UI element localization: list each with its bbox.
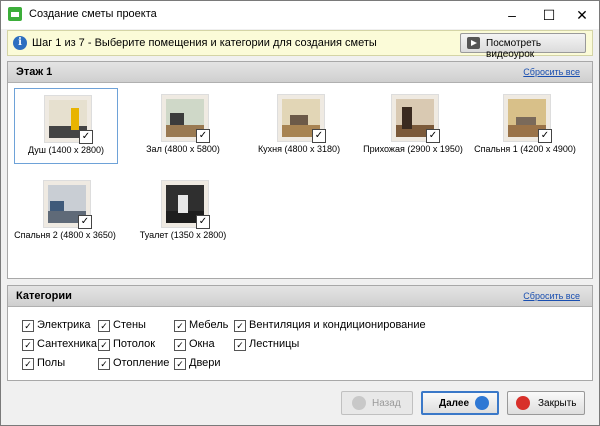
info-icon: i: [13, 36, 27, 50]
room-label: Зал (4800 x 5800): [146, 144, 220, 154]
categories-panel-header: Категории Сбросить все: [8, 286, 592, 307]
dialog-window: Создание сметы проекта – ☐ ✕ i Шаг 1 из …: [0, 0, 600, 426]
minimize-button[interactable]: –: [495, 1, 529, 29]
room-label: Душ (1400 x 2800): [27, 145, 105, 155]
room-label: Прихожая (2900 x 1950): [363, 144, 463, 154]
room-tile[interactable]: ✓ Душ (1400 x 2800): [14, 88, 118, 164]
next-button[interactable]: Далее: [421, 391, 499, 415]
category-label: Потолок: [113, 338, 156, 350]
category-label: Полы: [37, 357, 66, 369]
categories-title: Категории: [16, 290, 72, 302]
category-label: Сантехника: [37, 338, 97, 350]
room-thumbnail: ✓: [44, 95, 93, 144]
room-tile[interactable]: ✓ Спальня 1 (4200 x 4900): [474, 88, 576, 162]
category-electrical[interactable]: ✓ Электрика: [22, 319, 91, 332]
close-window-button[interactable]: ✕: [565, 1, 599, 29]
category-doors[interactable]: ✓ Двери: [174, 357, 221, 370]
close-label: Закрыть: [538, 398, 577, 409]
category-windows[interactable]: ✓ Окна: [174, 338, 215, 351]
checkbox[interactable]: ✓: [234, 320, 246, 332]
room-label: Кухня (4800 x 3180): [257, 144, 341, 154]
room-label: Спальня 1 (4200 x 4900): [474, 144, 576, 154]
category-label: Лестницы: [249, 338, 300, 350]
category-label: Стены: [113, 319, 146, 331]
step-text: Шаг 1 из 7 - Выберите помещения и катего…: [32, 37, 377, 49]
room-tile[interactable]: ✓ Кухня (4800 x 3180): [248, 88, 350, 162]
watch-video-label: Посмотреть видеоурок: [486, 38, 542, 60]
room-checkbox[interactable]: ✓: [312, 129, 326, 143]
category-plumbing[interactable]: ✓ Сантехника: [22, 338, 97, 351]
app-icon: [8, 7, 22, 21]
room-tile[interactable]: ✓ Спальня 2 (4800 x 3650): [14, 174, 116, 248]
checkbox[interactable]: ✓: [98, 339, 110, 351]
room-thumbnail: ✓: [391, 94, 440, 143]
room-checkbox[interactable]: ✓: [79, 130, 93, 144]
category-walls[interactable]: ✓ Стены: [98, 319, 146, 332]
category-label: Двери: [189, 357, 221, 369]
room-tile[interactable]: ✓ Туалет (1350 x 2800): [132, 174, 234, 248]
checkbox[interactable]: ✓: [22, 358, 34, 370]
step-info-bar: i Шаг 1 из 7 - Выберите помещения и кате…: [7, 30, 593, 60]
close-button[interactable]: Закрыть: [507, 391, 585, 415]
rooms-panel-header: Этаж 1 Сбросить все: [8, 62, 592, 83]
category-label: Отопление: [113, 357, 170, 369]
rooms-reset-link[interactable]: Сбросить все: [523, 67, 580, 77]
categories-reset-link[interactable]: Сбросить все: [523, 291, 580, 301]
room-thumbnail: ✓: [43, 180, 92, 229]
window-title: Создание сметы проекта: [29, 8, 157, 20]
close-icon: [516, 396, 530, 410]
watch-video-button[interactable]: Посмотреть видеоурок: [460, 33, 586, 60]
next-arrow-icon: [475, 396, 489, 410]
room-checkbox[interactable]: ✓: [196, 215, 210, 229]
categories-panel: Категории Сбросить все ✓ Электрика ✓ Санте…: [7, 285, 593, 381]
room-label: Туалет (1350 x 2800): [139, 230, 227, 240]
category-ventilation[interactable]: ✓ Вентиляция и кондиционирование: [234, 319, 426, 332]
checkbox[interactable]: ✓: [174, 339, 186, 351]
back-button[interactable]: Назад: [341, 391, 413, 415]
room-tile[interactable]: ✓ Зал (4800 x 5800): [132, 88, 234, 162]
room-thumbnail: ✓: [161, 94, 210, 143]
rooms-panel: Этаж 1 Сбросить все ✓ Душ (1400 x 2800) …: [7, 61, 593, 279]
back-label: Назад: [372, 398, 401, 409]
category-furniture[interactable]: ✓ Мебель: [174, 319, 228, 332]
checkbox[interactable]: ✓: [234, 339, 246, 351]
category-label: Вентиляция и кондиционирование: [249, 319, 426, 331]
room-checkbox[interactable]: ✓: [426, 129, 440, 143]
category-floors[interactable]: ✓ Полы: [22, 357, 65, 370]
room-thumbnail: ✓: [277, 94, 326, 143]
checkbox[interactable]: ✓: [22, 339, 34, 351]
room-label: Спальня 2 (4800 x 3650): [14, 230, 116, 240]
title-bar: Создание сметы проекта – ☐ ✕: [1, 1, 599, 29]
video-icon: [467, 37, 480, 49]
floor-title: Этаж 1: [16, 66, 53, 78]
checkbox[interactable]: ✓: [174, 320, 186, 332]
checkbox[interactable]: ✓: [98, 320, 110, 332]
category-label: Окна: [189, 338, 215, 350]
room-checkbox[interactable]: ✓: [78, 215, 92, 229]
category-label: Мебель: [189, 319, 229, 331]
category-heating[interactable]: ✓ Отопление: [98, 357, 169, 370]
checkbox[interactable]: ✓: [174, 358, 186, 370]
back-arrow-icon: [352, 396, 366, 410]
room-thumbnail: ✓: [503, 94, 552, 143]
room-checkbox[interactable]: ✓: [538, 129, 552, 143]
next-label: Далее: [439, 398, 470, 409]
category-ceiling[interactable]: ✓ Потолок: [98, 338, 155, 351]
checkbox[interactable]: ✓: [98, 358, 110, 370]
maximize-button[interactable]: ☐: [532, 1, 566, 29]
room-tile[interactable]: ✓ Прихожая (2900 x 1950): [362, 88, 464, 162]
category-stairs[interactable]: ✓ Лестницы: [234, 338, 299, 351]
room-checkbox[interactable]: ✓: [196, 129, 210, 143]
checkbox[interactable]: ✓: [22, 320, 34, 332]
room-thumbnail: ✓: [161, 180, 210, 229]
category-label: Электрика: [37, 319, 91, 331]
